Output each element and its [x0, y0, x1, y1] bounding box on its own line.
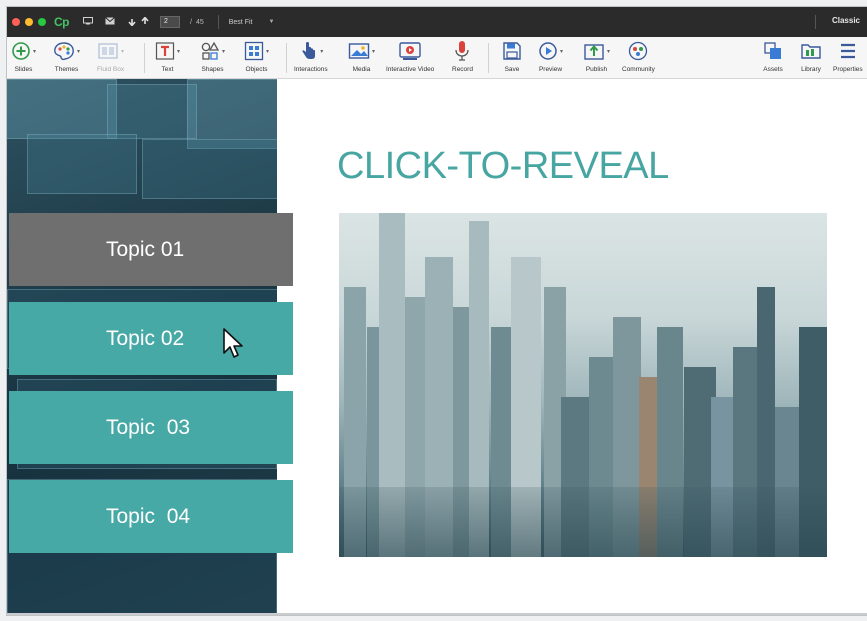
- themes-label: Themes: [54, 66, 79, 73]
- horizontal-scrollbar[interactable]: [7, 613, 867, 615]
- fluid-box-button[interactable]: ▾ Fluid Box: [97, 40, 124, 73]
- shapes-label: Shapes: [201, 66, 224, 73]
- app-window: Cp 2 / 45 Best Fit ▼ Classic ▾ Slides ▾ …: [6, 6, 867, 616]
- properties-label: Properties: [833, 66, 863, 73]
- hand-pointer-icon: [302, 41, 316, 59]
- title-bar: Cp 2 / 45 Best Fit ▼ Classic: [7, 7, 867, 37]
- topic-label: Topic 03: [106, 415, 191, 439]
- slide-stage: Topic 01 Topic 02 Topic 03 Topic 04 CLIC…: [7, 79, 867, 615]
- video-icon: [399, 42, 421, 60]
- mode-divider: [815, 15, 816, 29]
- fluid-box-label: Fluid Box: [97, 66, 125, 73]
- library-folder-icon: [801, 44, 821, 59]
- assets-button[interactable]: Assets: [763, 40, 783, 73]
- save-button[interactable]: Save: [502, 40, 522, 73]
- interactive-video-label: Interactive Video: [386, 66, 435, 73]
- save-label: Save: [504, 66, 520, 73]
- shapes-icon: [201, 41, 220, 60]
- publish-upload-icon: [584, 44, 604, 60]
- microphone-icon: [455, 41, 470, 61]
- topic-button-03[interactable]: Topic 03: [9, 391, 293, 464]
- mail-icon[interactable]: [105, 17, 115, 27]
- topic-button-01[interactable]: Topic 01: [9, 213, 293, 286]
- community-button[interactable]: Community: [622, 40, 655, 73]
- page-separator: /: [190, 18, 192, 26]
- themes-button[interactable]: ▾ Themes: [53, 40, 80, 73]
- library-label: Library: [801, 66, 821, 73]
- workspace-mode-select[interactable]: Classic: [832, 16, 860, 25]
- monitor-icon[interactable]: [83, 17, 93, 27]
- city-skyline-image: [339, 213, 827, 557]
- shapes-button[interactable]: ▾ Shapes: [200, 40, 225, 73]
- total-pages: 45: [195, 18, 204, 26]
- toolbar-divider: [488, 43, 489, 73]
- topic-button-04[interactable]: Topic 04: [9, 480, 293, 553]
- close-window-button[interactable]: [12, 18, 20, 26]
- app-logo: Cp: [54, 15, 70, 29]
- titlebar-divider: [217, 15, 219, 29]
- toolbar-divider: [144, 43, 145, 73]
- interactions-label: Interactions: [294, 66, 328, 73]
- slides-label: Slides: [14, 66, 33, 73]
- interactive-video-button[interactable]: Interactive Video: [386, 40, 434, 73]
- zoom-select[interactable]: Best Fit: [229, 19, 253, 26]
- fluid-box-icon: [98, 43, 118, 59]
- objects-icon: [244, 41, 264, 61]
- record-button[interactable]: Record: [452, 40, 473, 73]
- interactions-button[interactable]: ▾ Interactions: [294, 40, 328, 73]
- community-label: Community: [622, 66, 655, 73]
- current-page-input[interactable]: 2: [160, 16, 180, 28]
- publish-label: Publish: [585, 66, 608, 73]
- add-slide-icon: [12, 42, 30, 60]
- text-icon: [155, 42, 175, 60]
- topic-label: Topic 04: [106, 504, 191, 528]
- chevron-down-icon[interactable]: ▼: [268, 19, 274, 25]
- image-media-icon: [348, 43, 370, 59]
- previous-slide-arrow-icon[interactable]: [140, 15, 150, 28]
- main-toolbar: ▾ Slides ▾ Themes ▾ Fluid Box ▾ Text ▾ S…: [7, 37, 867, 79]
- minimize-window-button[interactable]: [25, 18, 33, 26]
- text-button[interactable]: ▾ Text: [155, 40, 180, 73]
- play-preview-icon: [539, 42, 557, 60]
- topic-label: Topic 01: [106, 237, 185, 261]
- topic-button-02[interactable]: Topic 02: [9, 302, 293, 375]
- topic-label: Topic 02: [106, 326, 185, 350]
- next-slide-arrow-icon[interactable]: [127, 17, 137, 28]
- preview-button[interactable]: ▾ Preview: [538, 40, 563, 73]
- community-icon: [629, 41, 648, 61]
- objects-label: Objects: [245, 66, 268, 73]
- properties-button[interactable]: Properties: [833, 40, 863, 73]
- slide-title: CLICK-TO-REVEAL: [337, 145, 669, 187]
- library-button[interactable]: Library: [800, 40, 822, 73]
- preview-label: Preview: [538, 66, 563, 73]
- palette-icon: [54, 42, 74, 61]
- assets-label: Assets: [763, 66, 783, 73]
- toolbar-divider: [286, 43, 287, 73]
- properties-menu-icon: [840, 43, 855, 59]
- media-button[interactable]: ▾ Media: [348, 40, 375, 73]
- mouse-pointer-icon: [223, 328, 243, 358]
- slides-button[interactable]: ▾ Slides: [11, 40, 36, 73]
- save-disk-icon: [503, 42, 521, 60]
- record-label: Record: [452, 66, 473, 73]
- media-label: Media: [352, 66, 371, 73]
- text-label: Text: [161, 66, 174, 73]
- publish-button[interactable]: ▾ Publish: [583, 40, 610, 73]
- screen: Cp 2 / 45 Best Fit ▼ Classic ▾ Slides ▾ …: [0, 0, 867, 621]
- objects-button[interactable]: ▾ Objects: [244, 40, 269, 73]
- window-controls: [12, 18, 46, 26]
- zoom-window-button[interactable]: [38, 18, 46, 26]
- assets-icon: [764, 42, 781, 59]
